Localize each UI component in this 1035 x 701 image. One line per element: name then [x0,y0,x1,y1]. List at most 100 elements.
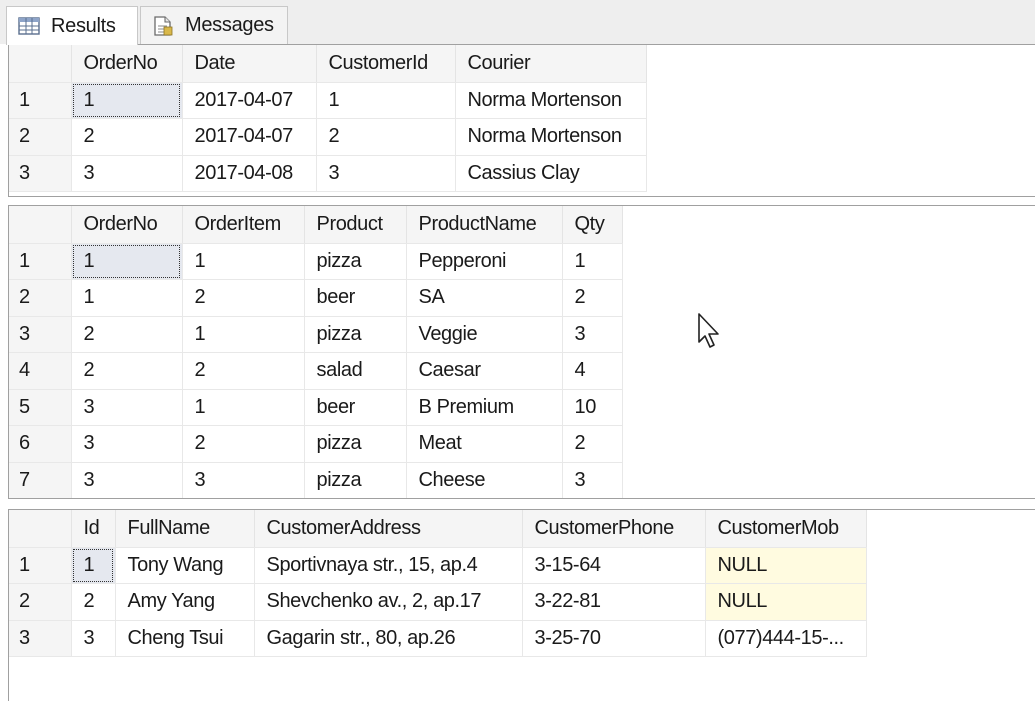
row-number[interactable]: 6 [9,425,72,463]
tab-messages[interactable]: Messages [140,6,288,44]
selected-cell[interactable]: 1 [71,243,183,280]
table-cell[interactable]: 2 [316,118,456,156]
table-cell[interactable]: 2017-04-07 [182,82,317,119]
column-header[interactable]: FullName [115,510,255,548]
table-cell[interactable]: SA [406,279,563,317]
table-cell[interactable]: 10 [562,389,623,426]
row-number[interactable]: 7 [9,462,72,498]
row-number[interactable]: 2 [9,118,72,156]
table-cell[interactable]: Meat [406,425,563,463]
table-cell[interactable]: pizza [304,462,407,498]
table-cell[interactable]: Pepperoni [406,243,563,280]
row-number[interactable]: 3 [9,316,72,353]
table-cell[interactable]: B Premium [406,389,563,426]
table-cell[interactable]: 4 [562,352,623,390]
table-cell[interactable]: 3 [562,316,623,353]
table-cell[interactable]: 2 [71,583,116,621]
table-cell[interactable]: 2 [182,425,305,463]
table-cell[interactable]: 3 [182,462,305,498]
table-cell[interactable]: 2 [182,279,305,317]
null-cell[interactable]: NULL [705,547,867,584]
result-grid-customers[interactable]: Id FullName CustomerAddress CustomerPhon… [8,509,1035,701]
table-cell[interactable]: 3-25-70 [522,620,706,657]
table-cell[interactable]: 3-15-64 [522,547,706,584]
result-grid-order-items[interactable]: OrderNo OrderItem Product ProductName Qt… [8,205,1035,499]
row-number[interactable]: 3 [9,620,72,657]
table-cell[interactable]: 2 [71,316,183,353]
tab-results[interactable]: Results [6,6,138,45]
table-cell[interactable]: 2 [71,118,183,156]
column-header[interactable]: CustomerAddress [254,510,523,548]
column-header[interactable]: Qty [562,206,623,244]
row-number[interactable]: 1 [9,243,72,280]
table-cell[interactable]: 1 [182,389,305,426]
table-cell[interactable]: Sportivnaya str., 15, ap.4 [254,547,523,584]
null-cell[interactable]: NULL [705,583,867,621]
column-header[interactable]: CustomerPhone [522,510,706,548]
table-cell[interactable]: (077)444-15-... [705,620,867,657]
table-cell[interactable]: Tony Wang [115,547,255,584]
table-cell[interactable]: Cheese [406,462,563,498]
column-header[interactable]: CustomerId [316,45,456,83]
table-cell[interactable]: 1 [71,279,183,317]
table-cell[interactable]: 3 [71,155,183,192]
column-header[interactable]: Courier [455,45,647,83]
table-cell[interactable]: beer [304,389,407,426]
column-header[interactable]: OrderNo [71,206,183,244]
table-cell[interactable]: 2 [71,352,183,390]
column-header[interactable]: CustomerMob [705,510,867,548]
row-number[interactable]: 2 [9,583,72,621]
result-grid-orders[interactable]: OrderNo Date CustomerId Courier 1 1 2017… [8,44,1035,197]
table-cell[interactable]: 2017-04-08 [182,155,317,192]
column-header[interactable]: ProductName [406,206,563,244]
row-number[interactable]: 2 [9,279,72,317]
row-number-header[interactable] [9,206,72,244]
table-cell[interactable]: pizza [304,243,407,280]
row-number[interactable]: 4 [9,352,72,390]
table-cell[interactable]: 3 [71,425,183,463]
column-header[interactable]: OrderNo [71,45,183,83]
selected-cell[interactable]: 1 [71,547,116,584]
row-number[interactable]: 5 [9,389,72,426]
table-cell[interactable]: 3-22-81 [522,583,706,621]
table-cell[interactable]: Amy Yang [115,583,255,621]
table-cell[interactable]: 3 [562,462,623,498]
column-header[interactable]: OrderItem [182,206,305,244]
table-cell[interactable]: 1 [182,316,305,353]
table-cell[interactable]: Caesar [406,352,563,390]
table-cell[interactable]: Norma Mortenson [455,82,647,119]
table-cell[interactable]: Norma Mortenson [455,118,647,156]
column-header[interactable]: Product [304,206,407,244]
table-cell[interactable]: 3 [71,389,183,426]
table-cell[interactable]: pizza [304,425,407,463]
column-header[interactable]: Id [71,510,116,548]
table-cell[interactable]: Cheng Tsui [115,620,255,657]
table-row: 4 2 2 salad Caesar 4 [9,352,623,390]
table-cell[interactable]: Cassius Clay [455,155,647,192]
header-row: Id FullName CustomerAddress CustomerPhon… [9,510,867,548]
table-cell[interactable]: Veggie [406,316,563,353]
table-cell[interactable]: salad [304,352,407,390]
column-header[interactable]: Date [182,45,317,83]
table-cell[interactable]: 3 [316,155,456,192]
table-cell[interactable]: 2 [562,279,623,317]
row-number[interactable]: 3 [9,155,72,192]
row-number-header[interactable] [9,45,72,83]
table-cell[interactable]: 3 [71,620,116,657]
table-cell[interactable]: 2 [562,425,623,463]
table-cell[interactable]: 1 [182,243,305,280]
table-cell[interactable]: Shevchenko av., 2, ap.17 [254,583,523,621]
table-cell[interactable]: Gagarin str., 80, ap.26 [254,620,523,657]
table-cell[interactable]: pizza [304,316,407,353]
table-cell[interactable]: 2 [182,352,305,390]
table-cell[interactable]: 1 [316,82,456,119]
row-number[interactable]: 1 [9,547,72,584]
row-number[interactable]: 1 [9,82,72,119]
table-row: 7 3 3 pizza Cheese 3 [9,462,623,498]
table-cell[interactable]: 2017-04-07 [182,118,317,156]
table-cell[interactable]: 1 [562,243,623,280]
table-cell[interactable]: 3 [71,462,183,498]
row-number-header[interactable] [9,510,72,548]
table-cell[interactable]: beer [304,279,407,317]
selected-cell[interactable]: 1 [71,82,183,119]
